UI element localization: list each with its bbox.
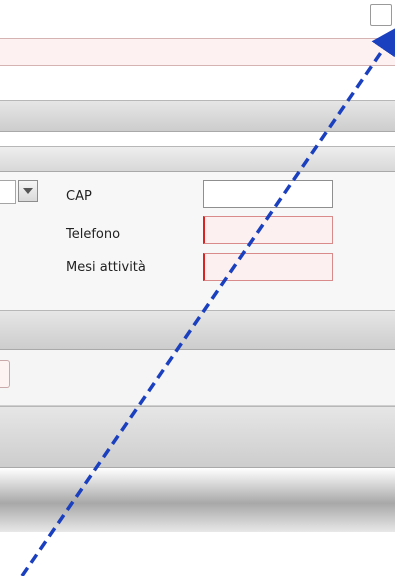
- arrow-icon: [20, 26, 395, 576]
